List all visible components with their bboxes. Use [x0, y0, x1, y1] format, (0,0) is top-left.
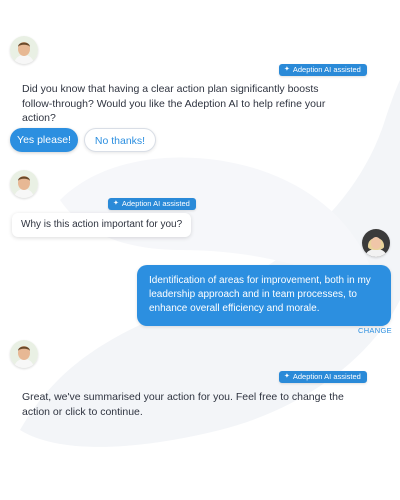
ai-assisted-badge: ✦ Adeption AI assisted: [279, 64, 367, 76]
sparkle-icon: ✦: [284, 66, 290, 73]
bot-avatar: [10, 340, 38, 368]
bot-avatar: [10, 170, 38, 198]
yes-please-button[interactable]: Yes please!: [10, 128, 78, 152]
change-link[interactable]: CHANGE: [358, 326, 392, 335]
user-avatar: [362, 229, 390, 257]
user-message-text: Identification of areas for improvement,…: [149, 275, 371, 314]
bot-message-text: Why is this action important for you?: [21, 219, 183, 230]
no-thanks-button[interactable]: No thanks!: [84, 128, 156, 152]
bot-message-bubble: Why is this action important for you?: [12, 213, 192, 237]
user-avatar-icon: [362, 229, 390, 257]
ai-assisted-badge: ✦ Adeption AI assisted: [279, 371, 367, 383]
ai-assisted-badge: ✦ Adeption AI assisted: [108, 198, 196, 210]
ai-assisted-label: Adeption AI assisted: [292, 372, 361, 381]
user-message-bubble: Identification of areas for improvement,…: [137, 265, 391, 326]
bot-avatar-icon: [10, 340, 38, 368]
bot-message-text: Did you know that having a clear action …: [22, 83, 326, 124]
sparkle-icon: ✦: [284, 373, 290, 380]
bot-avatar-icon: [10, 36, 38, 64]
ai-assisted-label: Adeption AI assisted: [292, 65, 361, 74]
sparkle-icon: ✦: [113, 200, 119, 207]
bot-avatar-icon: [10, 170, 38, 198]
bot-message-text: Great, we've summarised your action for …: [22, 391, 344, 418]
bot-avatar: [10, 36, 38, 64]
ai-assisted-label: Adeption AI assisted: [121, 199, 190, 208]
